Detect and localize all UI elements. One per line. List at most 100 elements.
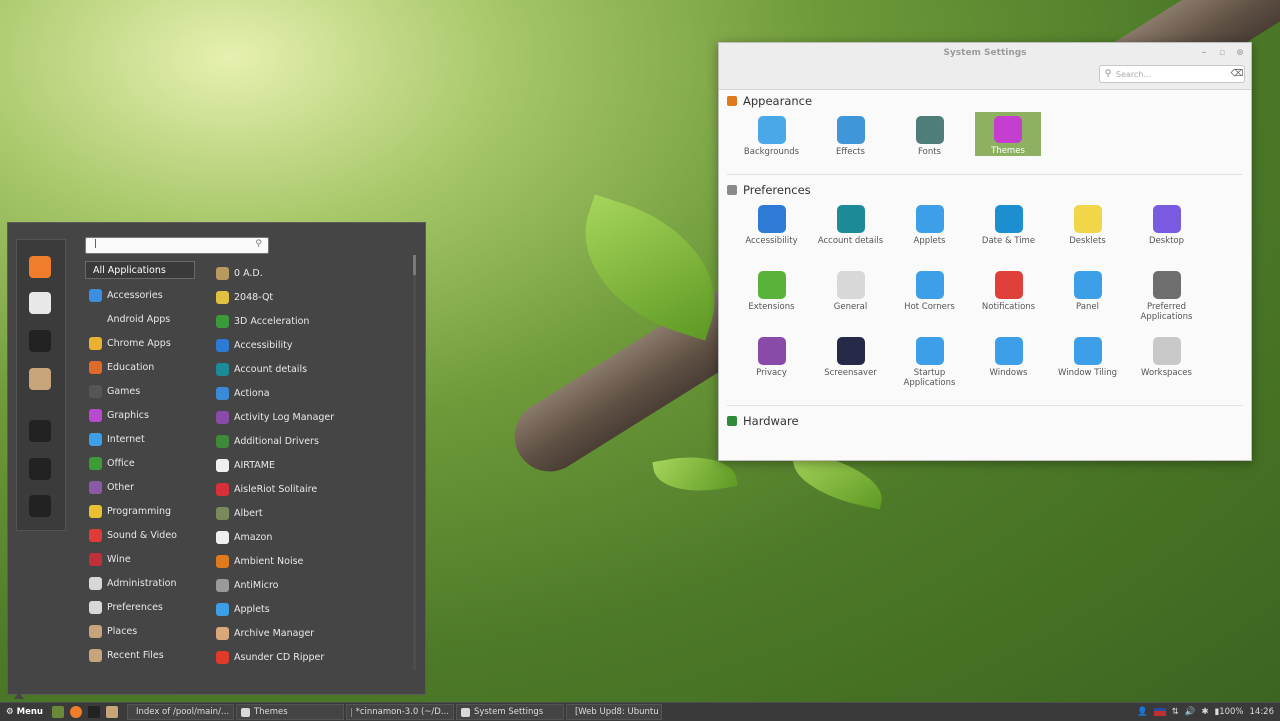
category-item[interactable]: Sound & Video: [85, 523, 195, 547]
bluetooth-icon[interactable]: ✱: [1201, 707, 1208, 717]
window-titlebar[interactable]: System Settings – ▫ ⊗: [719, 43, 1251, 63]
category-item[interactable]: Accessories: [85, 283, 195, 307]
category-item[interactable]: All Applications: [85, 261, 195, 279]
menu-search-field[interactable]: | ⚲: [85, 237, 269, 254]
settings-item[interactable]: Date & Time: [969, 201, 1048, 257]
settings-item[interactable]: Extensions: [732, 267, 811, 323]
settings-item[interactable]: Account details: [811, 201, 890, 267]
network-icon[interactable]: ⇅: [1172, 707, 1179, 717]
category-item[interactable]: Games: [85, 379, 195, 403]
workspaces-icon: [1152, 337, 1181, 365]
settings-item[interactable]: Hot Corners: [890, 267, 969, 323]
category-item[interactable]: Administration: [85, 571, 195, 595]
app-item[interactable]: Additional Drivers: [206, 429, 406, 453]
category-item[interactable]: Chrome Apps: [85, 331, 195, 355]
taskbar-window-button[interactable]: Themes: [235, 704, 344, 720]
category-item[interactable]: Programming: [85, 499, 195, 523]
settings-item[interactable]: Screensaver: [811, 333, 890, 389]
maximize-icon[interactable]: ▫: [1217, 43, 1227, 63]
files-launcher-icon[interactable]: [105, 706, 118, 718]
menu-search-input[interactable]: |: [94, 239, 97, 249]
settings-item[interactable]: Desktop: [1127, 201, 1206, 257]
settings-item[interactable]: Notifications: [969, 267, 1048, 323]
app-item[interactable]: AisleRiot Solitaire: [206, 477, 406, 501]
volume-icon[interactable]: 🔊: [1185, 707, 1196, 717]
app-item[interactable]: Actiona: [206, 381, 406, 405]
category-label: Android Apps: [107, 313, 171, 325]
settings-item[interactable]: General: [811, 267, 890, 323]
category-item[interactable]: Graphics: [85, 403, 195, 427]
taskbar-window-button[interactable]: Index of /pool/main/...: [126, 704, 234, 720]
settings-item[interactable]: Panel: [1048, 267, 1127, 323]
category-label: Graphics: [107, 409, 149, 421]
app-item[interactable]: 0 A.D.: [206, 261, 406, 285]
taskbar-window-button[interactable]: [Web Upd8: Ubuntu ...: [565, 704, 662, 720]
battery-status[interactable]: ▮100%: [1215, 707, 1244, 717]
2048-icon: [216, 290, 229, 304]
folder-icon[interactable]: [29, 368, 51, 390]
settings-item[interactable]: Startup Applications: [890, 333, 969, 399]
settings-item[interactable]: Applets: [890, 201, 969, 257]
settings-item-label: Startup Applications: [903, 368, 956, 388]
app-item[interactable]: Applets: [206, 597, 406, 621]
close-icon[interactable]: ⊗: [1235, 43, 1245, 63]
category-item[interactable]: Internet: [85, 427, 195, 451]
app-item[interactable]: Archive Manager: [206, 621, 406, 645]
power-icon[interactable]: [29, 495, 51, 517]
app-item[interactable]: AIRTAME: [206, 453, 406, 477]
settings-item[interactable]: Effects: [811, 112, 890, 168]
settings-item[interactable]: Preferred Applications: [1127, 267, 1206, 333]
app-item[interactable]: Accessibility: [206, 333, 406, 357]
section-header: Appearance: [719, 90, 1251, 112]
settings-search-input[interactable]: Search...: [1116, 70, 1230, 79]
category-item[interactable]: Education: [85, 355, 195, 379]
app-item[interactable]: Account details: [206, 357, 406, 381]
taskbar-window-button[interactable]: *cinnamon-3.0 (~/D...: [345, 704, 454, 720]
menu-button[interactable]: ⚙ Menu: [0, 703, 49, 721]
lock-icon[interactable]: [29, 420, 51, 442]
terminal-launcher-icon[interactable]: [87, 706, 100, 718]
settings-item[interactable]: Themes: [975, 112, 1041, 156]
clear-search-icon[interactable]: ⌫: [1230, 69, 1244, 79]
firefox-launcher-icon[interactable]: [69, 706, 82, 718]
settings-item-label: Themes: [991, 146, 1025, 156]
keyboard-layout-icon[interactable]: [1153, 708, 1166, 716]
category-item[interactable]: Preferences: [85, 595, 195, 619]
settings-item[interactable]: Accessibility: [732, 201, 811, 257]
app-item[interactable]: 3D Acceleration: [206, 309, 406, 333]
app-item[interactable]: Asunder CD Ripper: [206, 645, 406, 669]
app-item[interactable]: Albert: [206, 501, 406, 525]
user-icon[interactable]: 👤: [1137, 707, 1148, 717]
logout-icon[interactable]: [29, 458, 51, 480]
chrome-icon: [89, 336, 102, 350]
app-item[interactable]: AntiMicro: [206, 573, 406, 597]
category-label: Education: [107, 361, 155, 373]
minimize-icon[interactable]: –: [1199, 43, 1209, 63]
bottom-panel: ⚙ Menu Index of /pool/main/... Themes *cin…: [0, 702, 1280, 721]
settings-item[interactable]: Desklets: [1048, 201, 1127, 257]
clock[interactable]: 14:26: [1250, 707, 1275, 717]
app-item[interactable]: Activity Log Manager: [206, 405, 406, 429]
category-item[interactable]: Places: [85, 619, 195, 643]
settings-item[interactable]: Window Tiling: [1048, 333, 1127, 389]
settings-item[interactable]: Backgrounds: [732, 112, 811, 168]
firefox-icon[interactable]: [29, 256, 51, 278]
app-item[interactable]: 2048-Qt: [206, 285, 406, 309]
app-item[interactable]: Amazon: [206, 525, 406, 549]
app-item[interactable]: Ambient Noise: [206, 549, 406, 573]
category-item[interactable]: Office: [85, 451, 195, 475]
app-list-scrollbar[interactable]: [413, 255, 416, 670]
terminal-icon[interactable]: [29, 330, 51, 352]
settings-item[interactable]: Privacy: [732, 333, 811, 389]
settings-item[interactable]: Fonts: [890, 112, 969, 168]
category-item[interactable]: Recent Files: [85, 643, 195, 667]
category-item[interactable]: Wine: [85, 547, 195, 571]
settings-toggle-icon[interactable]: [29, 292, 51, 314]
settings-item[interactable]: Windows: [969, 333, 1048, 389]
show-desktop-icon[interactable]: [51, 706, 64, 718]
settings-search-field[interactable]: ⚲ Search... ⌫: [1099, 65, 1245, 83]
settings-item[interactable]: Workspaces: [1127, 333, 1206, 389]
category-item[interactable]: Android Apps: [85, 307, 195, 331]
taskbar-window-button[interactable]: System Settings: [455, 704, 564, 720]
category-item[interactable]: Other: [85, 475, 195, 499]
